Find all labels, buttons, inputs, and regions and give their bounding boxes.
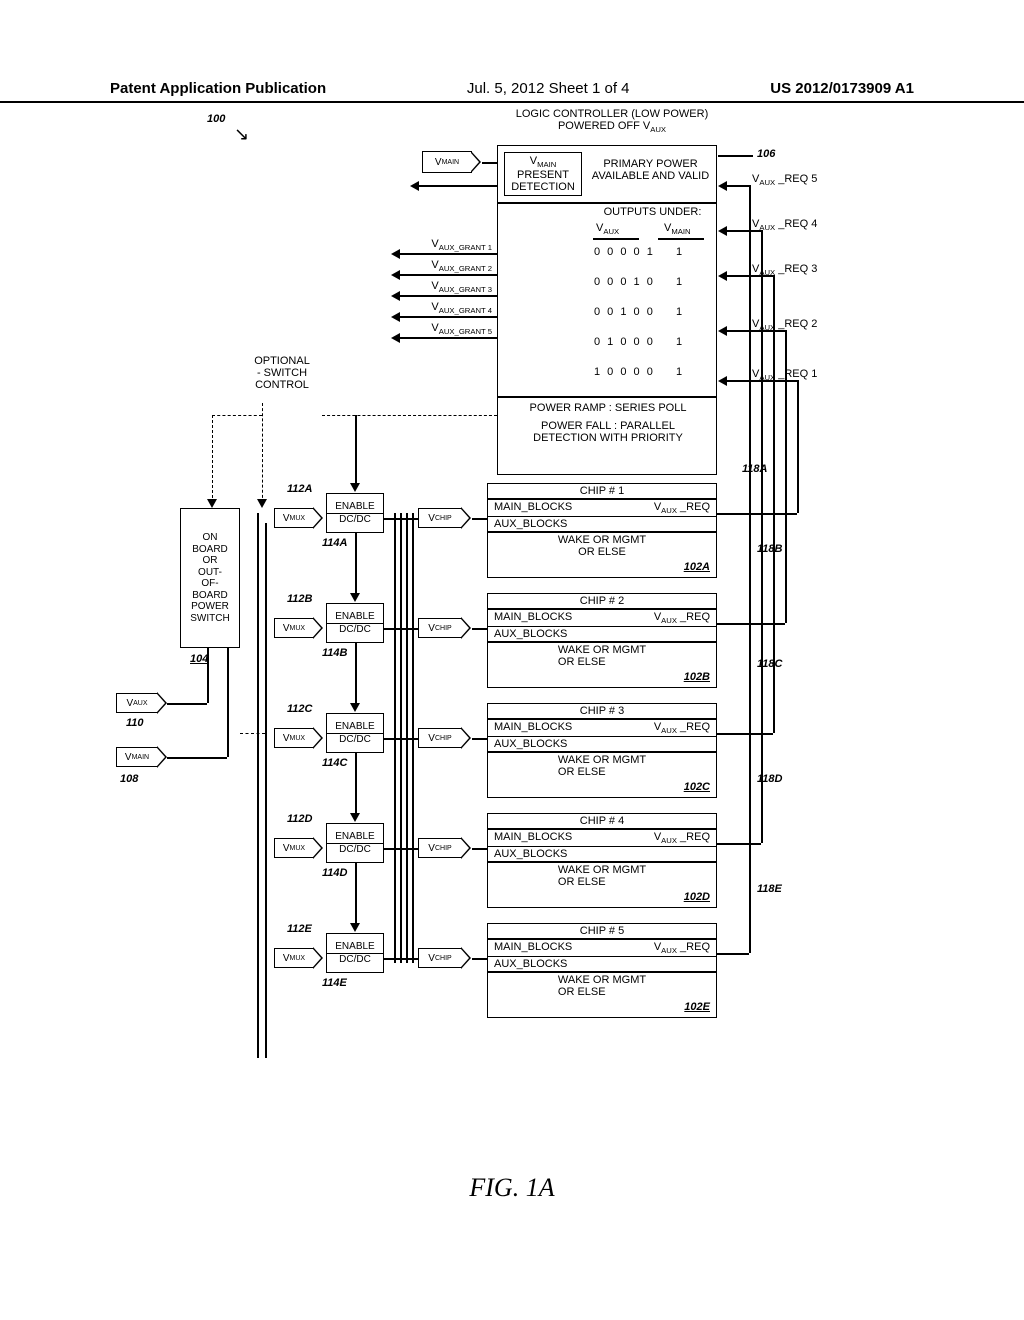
dc-ref-2: 114B bbox=[322, 647, 347, 659]
grant5: VAUX_GRANT 5 bbox=[400, 322, 492, 337]
ref-108: 108 bbox=[120, 773, 138, 785]
vmux-2: VMUX bbox=[274, 618, 314, 638]
dcdc-2: ENABLEDC/DC bbox=[326, 603, 384, 643]
dc-ref-1: 114A bbox=[322, 537, 347, 549]
bitrow-5: 1 0 0 0 0 bbox=[594, 366, 655, 378]
bitrow-2: 0 0 0 1 0 bbox=[594, 276, 655, 288]
controller-title: LOGIC CONTROLLER (LOW POWER)POWERED OFF … bbox=[492, 108, 732, 135]
chip-4: CHIP # 4 MAIN_BLOCKSVAUX _REQ AUX_BLOCKS… bbox=[487, 813, 717, 908]
optional-switch-control: OPTIONAL - SWITCH CONTROL bbox=[242, 355, 322, 391]
vchip-2: VCHIP bbox=[418, 618, 462, 638]
vchip-4: VCHIP bbox=[418, 838, 462, 858]
dcdc-1: ENABLEDC/DC bbox=[326, 493, 384, 533]
mux-ref-3: 112C bbox=[287, 703, 312, 715]
mux-ref-5: 112E bbox=[287, 923, 312, 935]
chip-1: CHIP # 1 MAIN_BLOCKSVAUX _REQ AUX_BLOCKS… bbox=[487, 483, 717, 578]
mux-ref-1: 112A bbox=[287, 483, 312, 495]
grant2: VAUX_GRANT 2 bbox=[400, 259, 492, 274]
vchip-1: VCHIP bbox=[418, 508, 462, 528]
dcdc-4: ENABLEDC/DC bbox=[326, 823, 384, 863]
vchip-3: VCHIP bbox=[418, 728, 462, 748]
power-ramp: POWER RAMP : SERIES POLL bbox=[504, 402, 712, 414]
col-vaux: VAUX bbox=[596, 222, 619, 237]
header-left: Patent Application Publication bbox=[110, 80, 326, 97]
dc-ref-3: 114C bbox=[322, 757, 347, 769]
r-118a: 118A bbox=[742, 463, 767, 475]
controller-box: VMAINPRESENTDETECTION PRIMARY POWERAVAIL… bbox=[497, 145, 717, 475]
bitmain-5: 1 bbox=[676, 366, 682, 378]
vaux-in: VAUX bbox=[116, 693, 158, 713]
grant3: VAUX_GRANT 3 bbox=[400, 280, 492, 295]
r-118e: 118E bbox=[757, 883, 782, 895]
col-vmain: VMAIN bbox=[664, 222, 691, 237]
chip-3: CHIP # 3 MAIN_BLOCKSVAUX _REQ AUX_BLOCKS… bbox=[487, 703, 717, 798]
ref-100-arrow: ↘ bbox=[234, 125, 249, 145]
vmux-4: VMUX bbox=[274, 838, 314, 858]
bitrow-4: 0 1 0 0 0 bbox=[594, 336, 655, 348]
req-5: VAUX _REQ 5 bbox=[752, 173, 817, 188]
dcdc-3: ENABLEDC/DC bbox=[326, 713, 384, 753]
power-switch: ON BOARD OR OUT- OF- BOARD POWER SWITCH bbox=[180, 508, 240, 648]
bitmain-4: 1 bbox=[676, 336, 682, 348]
grant1: VAUX_GRANT 1 bbox=[400, 238, 492, 253]
header-center: Jul. 5, 2012 Sheet 1 of 4 bbox=[467, 80, 630, 97]
vmain-in: VMAIN bbox=[116, 747, 158, 767]
vmux-3: VMUX bbox=[274, 728, 314, 748]
dc-ref-4: 114D bbox=[322, 867, 347, 879]
vmux-5: VMUX bbox=[274, 948, 314, 968]
vmain-in-controller: VMAIN bbox=[422, 151, 472, 173]
bitmain-2: 1 bbox=[676, 276, 682, 288]
bitrow-3: 0 0 1 0 0 bbox=[594, 306, 655, 318]
bitmain-3: 1 bbox=[676, 306, 682, 318]
grant4: VAUX_GRANT 4 bbox=[400, 301, 492, 316]
chip-5: CHIP # 5 MAIN_BLOCKSVAUX _REQ AUX_BLOCKS… bbox=[487, 923, 717, 1018]
ref-110: 110 bbox=[126, 717, 144, 729]
bitmain-1: 1 bbox=[676, 246, 682, 258]
dc-ref-5: 114E bbox=[322, 977, 347, 989]
header-right: US 2012/0173909 A1 bbox=[770, 80, 914, 97]
ref-106: 106 bbox=[757, 148, 775, 160]
chip-2: CHIP # 2 MAIN_BLOCKSVAUX _REQ AUX_BLOCKS… bbox=[487, 593, 717, 688]
figure-label: FIG. 1A bbox=[0, 1173, 1024, 1203]
diagram-canvas: 100 ↘ LOGIC CONTROLLER (LOW POWER)POWERE… bbox=[102, 113, 922, 1163]
dcdc-5: ENABLEDC/DC bbox=[326, 933, 384, 973]
power-fall: POWER FALL : PARALLEL DETECTION WITH PRI… bbox=[504, 420, 712, 444]
ref-100: 100 bbox=[207, 113, 225, 125]
mux-ref-2: 112B bbox=[287, 593, 312, 605]
page-header: Patent Application Publication Jul. 5, 2… bbox=[0, 0, 1024, 103]
outputs-under: OUTPUTS UNDER: bbox=[590, 206, 715, 218]
primary-power-text: PRIMARY POWERAVAILABLE AND VALID bbox=[588, 158, 713, 182]
vchip-5: VCHIP bbox=[418, 948, 462, 968]
vmux-1: VMUX bbox=[274, 508, 314, 528]
bitrow-1: 0 0 0 0 1 bbox=[594, 246, 655, 258]
vmain-detect: VMAINPRESENTDETECTION bbox=[504, 152, 582, 196]
mux-ref-4: 112D bbox=[287, 813, 312, 825]
ref-104: 104 bbox=[190, 653, 208, 665]
